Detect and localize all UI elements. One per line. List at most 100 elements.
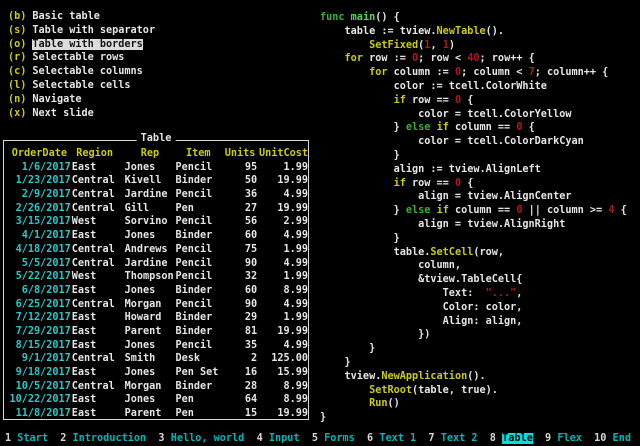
menu-item-label: Selectable rows (32, 52, 124, 63)
table-cell: Jardine (125, 257, 176, 271)
table-row[interactable]: 9/1/2017CentralSmithDesk2125.00 (8, 352, 308, 366)
slide-label: Start (17, 433, 48, 444)
slide-number: 6 (367, 433, 379, 444)
menu-shortcut: (b) (8, 11, 26, 22)
code-token: row := (363, 53, 412, 64)
table-cell: 1.99 (259, 270, 308, 284)
table-cell: 3/15/2017 (8, 215, 71, 229)
table-row[interactable]: 7/29/2017EastParentBinder8119.99 (8, 325, 308, 339)
code-token: align = tview.AlignRight (320, 219, 565, 230)
code-line: func main() { (320, 11, 627, 25)
table-cell: East (72, 393, 118, 407)
table-cell: Thompson (125, 270, 176, 284)
table-cell: Binder (175, 229, 221, 243)
statusbar-item[interactable]: 2 Introduction (60, 433, 146, 444)
code-token: for (345, 53, 363, 64)
code-line: for row := 0; row < 40; row++ { (320, 52, 627, 66)
menu-item[interactable]: (r) Selectable rows (8, 51, 155, 65)
statusbar-item[interactable]: 6 Text 1 (367, 433, 416, 444)
code-token: (table, true). (412, 385, 498, 396)
table-row[interactable]: 7/12/2017EastHowardBinder291.99 (8, 311, 308, 325)
menu-item[interactable]: (n)Navigate (8, 93, 155, 107)
code-line: SetRoot(table, true). (320, 384, 627, 398)
menu-item-label: Table with separator (32, 25, 155, 36)
table-row[interactable]: 2/9/2017CentralJardinePencil364.99 (8, 188, 308, 202)
statusbar-item[interactable]: 1 Start (5, 433, 48, 444)
table-cell: Jones (125, 366, 176, 380)
table-row[interactable]: 10/5/2017CentralMorganBinder288.99 (8, 380, 308, 394)
statusbar-item[interactable]: 10 End (594, 433, 631, 444)
code-token: SetCell (430, 247, 473, 258)
table-cell: 2 (223, 352, 257, 366)
table-row[interactable]: 6/25/2017CentralMorganPencil904.99 (8, 298, 308, 312)
table-cell: 15.99 (259, 366, 308, 380)
code-token: { (461, 95, 473, 106)
code-line: align := tview.AlignLeft (320, 163, 627, 177)
menu-item[interactable]: (c)Selectable columns (8, 65, 155, 79)
table-cell: 50 (223, 174, 257, 188)
statusbar-item[interactable]: 3 Hello, world (158, 433, 244, 444)
slide-number: 10 (594, 433, 612, 444)
table-cell: Jones (125, 229, 176, 243)
table-cell: 32 (223, 270, 257, 284)
table-cell: 27 (223, 202, 257, 216)
code-line: } (320, 411, 627, 425)
table-row[interactable]: 4/1/2017EastJonesBinder604.99 (8, 229, 308, 243)
slide-number: 7 (428, 433, 440, 444)
code-token: { (522, 122, 534, 133)
code-token: } (320, 150, 400, 161)
menu-item[interactable]: (s)Table with separator (8, 24, 155, 38)
statusbar-item[interactable]: 8 Table (490, 433, 533, 444)
table-cell: Central (72, 352, 118, 366)
table-row[interactable]: 6/8/2017EastJonesBinder608.99 (8, 284, 308, 298)
menu-item[interactable]: (b) Basic table (8, 10, 155, 24)
slide-menu: (b) Basic table (s)Table with separator(o)… (8, 10, 155, 120)
slide-label: Table (502, 433, 533, 444)
slide-label: Introduction (73, 433, 147, 444)
table-cell: Howard (125, 311, 176, 325)
code-token: }) (320, 329, 430, 340)
statusbar-item[interactable]: 5 Forms (312, 433, 355, 444)
table-cell: 95 (223, 161, 257, 175)
table-cell: 2.99 (259, 215, 308, 229)
menu-item[interactable]: (x)Next slide (8, 107, 155, 121)
table-cell: 1/23/2017 (8, 174, 71, 188)
table-row[interactable]: 10/22/2017EastJonesPen648.99 (8, 393, 308, 407)
menu-shortcut: (r) (8, 52, 26, 63)
table-row[interactable]: 1/6/2017EastJonesPencil951.99 (8, 161, 308, 175)
table-cell: Desk (175, 352, 221, 366)
menu-item[interactable]: (o)Table with borders (8, 38, 155, 52)
code-line: color := tcell.ColorWhite (320, 80, 627, 94)
table-row[interactable]: 5/5/2017CentralJardinePencil904.99 (8, 257, 308, 271)
code-token: Align: align, (320, 316, 522, 327)
menu-item-label: Basic table (32, 11, 99, 22)
table-row[interactable]: 1/23/2017CentralKivellBinder5019.99 (8, 174, 308, 188)
table-cell: 4/18/2017 (8, 243, 71, 257)
table-row[interactable]: 4/18/2017CentralAndrewsPencil751.99 (8, 243, 308, 257)
table-cell: 10/22/2017 (8, 393, 71, 407)
table-row[interactable]: 2/26/2017CentralGillPen2719.99 (8, 202, 308, 216)
table-cell: 1/6/2017 (8, 161, 71, 175)
code-token: SetRoot (369, 385, 412, 396)
table-row[interactable]: 8/15/2017EastJonesPencil354.99 (8, 339, 308, 353)
table-cell: Gill (125, 202, 176, 216)
statusbar-item[interactable]: 7 Text 2 (428, 433, 477, 444)
table-cell: 19.99 (259, 325, 308, 339)
code-token (320, 40, 369, 51)
table-row[interactable]: 3/15/2017WestSorvinoPencil562.99 (8, 215, 308, 229)
code-token (320, 95, 394, 106)
code-line: if row == 0 { (320, 177, 627, 191)
table-header-cell: UnitCost (259, 147, 308, 161)
slide-number: 1 (5, 433, 17, 444)
table-panel: Table OrderDateRegionRepItemUnitsUnitCos… (3, 140, 309, 420)
statusbar-item[interactable]: 9 Flex (545, 433, 582, 444)
code-token: (row, (473, 247, 504, 258)
code-token: align = tview.AlignCenter (320, 191, 571, 202)
statusbar-item[interactable]: 4 Input (257, 433, 300, 444)
table-cell: Central (72, 243, 118, 257)
menu-item[interactable]: (l)Selectable cells (8, 79, 155, 93)
table-row[interactable]: 9/18/2017EastJonesPen Set1615.99 (8, 366, 308, 380)
code-token: align := tview.AlignLeft (320, 164, 541, 175)
table-row[interactable]: 5/22/2017WestThompsonPencil321.99 (8, 270, 308, 284)
table-row[interactable]: 11/8/2017EastParentPen1519.99 (8, 407, 308, 421)
